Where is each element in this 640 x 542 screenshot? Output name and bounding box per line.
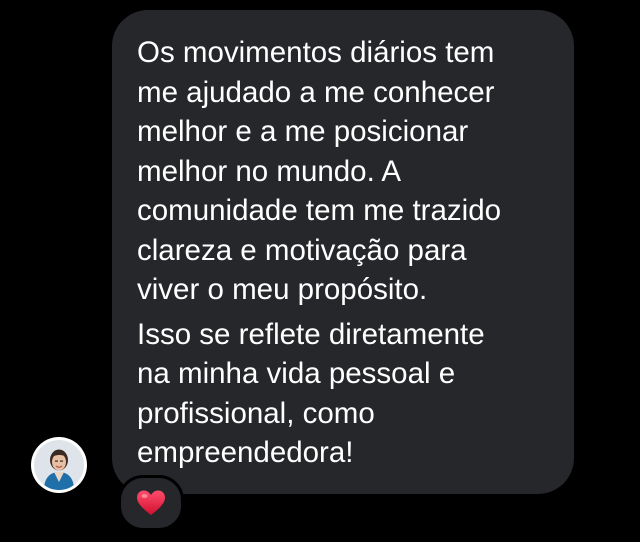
- sender-avatar[interactable]: [31, 437, 87, 493]
- message-paragraph-1: Os movimentos diários tem me ajudado a m…: [137, 36, 502, 306]
- message-bubble[interactable]: Os movimentos diários tem me ajudado a m…: [112, 10, 574, 494]
- red-heart-icon: [137, 490, 165, 515]
- message-paragraph-2: Isso se reflete diretamente na minha vid…: [137, 317, 485, 470]
- heart-reaction[interactable]: [118, 475, 184, 531]
- profile-photo-icon: [34, 440, 84, 490]
- chat-screen: Os movimentos diários tem me ajudado a m…: [0, 0, 640, 542]
